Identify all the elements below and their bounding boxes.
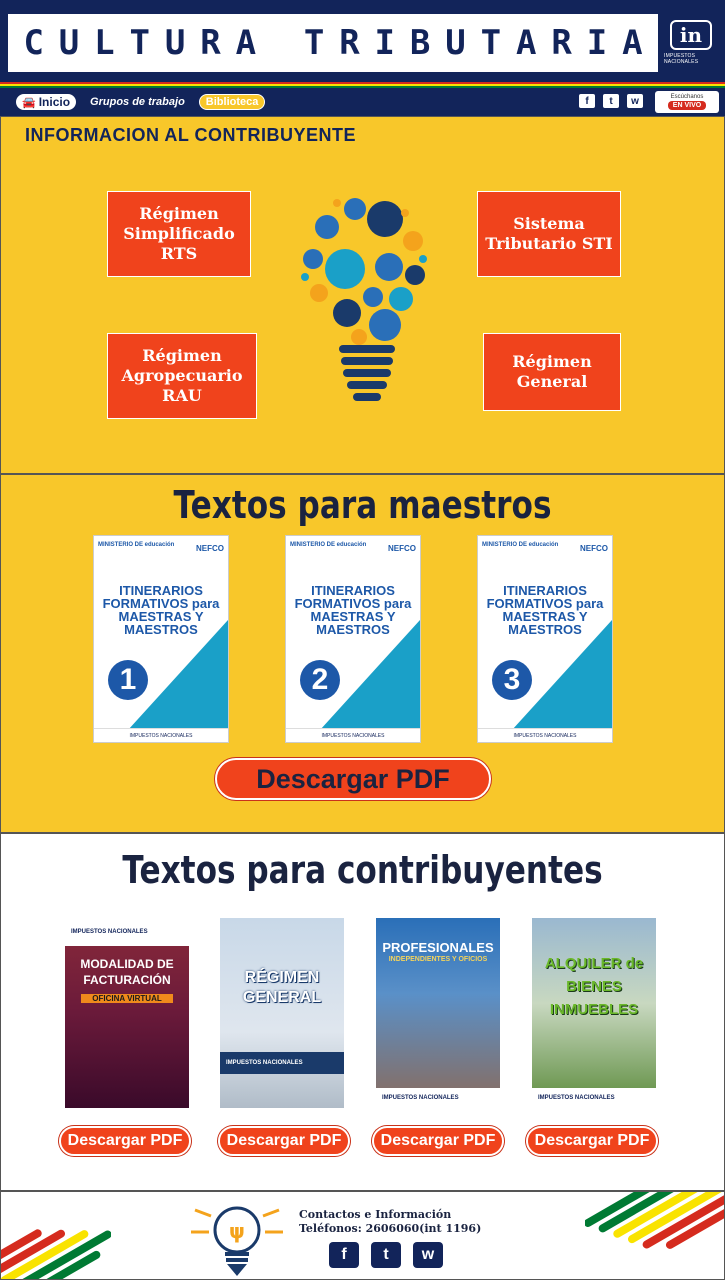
book-number: 1 <box>108 660 148 700</box>
book-brand: NEFCO <box>196 544 224 553</box>
cover-brand: IMPUESTOS NACIONALES <box>220 1052 344 1074</box>
whatsapp-icon[interactable]: w <box>413 1242 443 1268</box>
lightbulb-icon <box>301 198 427 401</box>
download-profesionales-pdf-button[interactable]: Descargar PDF <box>372 1126 504 1156</box>
footer-social-links: f t w <box>329 1242 443 1268</box>
title-letter: R <box>551 23 572 63</box>
info-panel: INFORMACION AL CONTRIBUYENTE Régimen Sim… <box>0 116 725 474</box>
book-brand: NEFCO <box>388 544 416 553</box>
live-badge: EN VIVO <box>667 101 707 110</box>
title-letter: U <box>164 23 186 63</box>
facebook-icon[interactable]: f <box>329 1242 359 1268</box>
teachers-panel: Textos para maestros MINISTERIO DE educa… <box>0 474 725 833</box>
site-header: CULTURATRIBUTARIA in IMPUESTOS NACIONALE… <box>0 0 725 82</box>
nav-home-label: Inicio <box>38 95 71 109</box>
twitter-icon[interactable]: t <box>371 1242 401 1268</box>
download-alquiler-pdf-button[interactable]: Descargar PDF <box>526 1126 658 1156</box>
car-icon: 🚘 <box>22 96 36 109</box>
teacher-book-1[interactable]: MINISTERIO DE educación NEFCO ITINERARIO… <box>93 535 229 743</box>
title-letter: U <box>58 23 80 63</box>
twitter-icon[interactable]: t <box>603 94 619 108</box>
whatsapp-icon[interactable]: w <box>627 94 643 108</box>
svg-text:ψ: ψ <box>229 1219 245 1243</box>
flag-stripes-decoration <box>585 1192 724 1249</box>
regime-sti-button[interactable]: Sistema Tributario STI <box>477 191 621 277</box>
logo-caption: IMPUESTOS NACIONALES <box>664 53 699 65</box>
live-caption: Escúchanos <box>670 94 704 100</box>
live-radio-button[interactable]: Escúchanos EN VIVO <box>655 91 719 113</box>
title-letter: A <box>235 23 257 63</box>
title-letter: B <box>409 23 431 63</box>
teachers-title: Textos para maestros <box>173 483 552 527</box>
cover-brand: IMPUESTOS NACIONALES <box>532 1088 656 1108</box>
book-number: 3 <box>492 660 532 700</box>
cover-title: RÉGIMEN GENERAL <box>242 969 322 1006</box>
taxpayers-title: Textos para contribuyentes <box>122 848 603 892</box>
main-nav: 🚘 Inicio Grupos de trabajo Biblioteca f … <box>0 88 725 116</box>
cover-brand: IMPUESTOS NACIONALES <box>376 1088 500 1108</box>
title-letter: T <box>129 23 150 63</box>
download-teachers-pdf-button[interactable]: Descargar PDF <box>215 758 491 800</box>
logo-mark: in <box>670 20 712 50</box>
impuestos-logo[interactable]: in IMPUESTOS NACIONALES <box>664 20 718 66</box>
taxpayers-panel: Textos para contribuyentes IMPUESTOS NAC… <box>0 833 725 1191</box>
book-footer: IMPUESTOS NACIONALES <box>286 728 420 742</box>
info-title: INFORMACION AL CONTRIBUYENTE <box>25 125 356 145</box>
regime-rts-button[interactable]: Régimen Simplificado RTS <box>107 191 251 277</box>
regime-general-button[interactable]: Régimen General <box>483 333 621 411</box>
cover-title: MODALIDAD DE FACTURACIÓN <box>80 957 174 987</box>
cover-subtitle: OFICINA VIRTUAL <box>81 994 173 1003</box>
contact-phone: Teléfonos: 2606060(int 1196) <box>299 1222 482 1235</box>
cover-title: ALQUILER de BIENES INMUEBLES <box>544 955 644 1018</box>
title-letter: U <box>445 23 466 63</box>
book-footer: IMPUESTOS NACIONALES <box>94 728 228 742</box>
site-title: CULTURATRIBUTARIA <box>8 14 658 72</box>
title-letter: C <box>23 23 44 63</box>
cover-brand: IMPUESTOS NACIONALES <box>65 918 189 946</box>
title-letter: I <box>586 23 608 63</box>
download-regimen-general-pdf-button[interactable]: Descargar PDF <box>218 1126 350 1156</box>
title-letter: L <box>94 23 115 63</box>
title-letter: R <box>200 23 221 63</box>
title-letter: I <box>374 23 396 63</box>
cover-profesionales[interactable]: PROFESIONALES INDEPENDIENTES Y OFICIOS I… <box>376 918 500 1108</box>
title-letter: T <box>303 23 325 63</box>
site-footer: ψ Contactos e Información Teléfonos: 260… <box>0 1191 725 1280</box>
title-letter: R <box>339 23 360 63</box>
nav-home-button[interactable]: 🚘 Inicio <box>16 94 77 110</box>
book-number: 2 <box>300 660 340 700</box>
nav-library-link[interactable]: Biblioteca <box>198 94 266 110</box>
teacher-book-3[interactable]: MINISTERIO DE educación NEFCO ITINERARIO… <box>477 535 613 743</box>
flag-stripes-decoration <box>1 1229 111 1279</box>
cover-title: PROFESIONALES <box>382 940 494 955</box>
title-letter: T <box>480 23 502 63</box>
cover-facturacion[interactable]: IMPUESTOS NACIONALES MODALIDAD DE FACTUR… <box>65 918 189 1108</box>
contact-title: Contactos e Información <box>299 1208 452 1221</box>
teacher-book-2[interactable]: MINISTERIO DE educación NEFCO ITINERARIO… <box>285 535 421 743</box>
facebook-icon[interactable]: f <box>579 94 595 108</box>
cover-regimen-general[interactable]: RÉGIMEN GENERAL IMPUESTOS NACIONALES <box>220 918 344 1108</box>
nav-groups-link[interactable]: Grupos de trabajo <box>90 96 185 108</box>
title-letter: A <box>622 23 643 63</box>
nav-social-links: f t w <box>579 94 643 108</box>
book-brand: NEFCO <box>580 544 608 553</box>
cover-alquiler[interactable]: ALQUILER de BIENES INMUEBLES IMPUESTOS N… <box>532 918 656 1108</box>
cover-subtitle: INDEPENDIENTES Y OFICIOS <box>388 956 488 963</box>
book-footer: IMPUESTOS NACIONALES <box>478 728 612 742</box>
title-letter: A <box>515 23 537 63</box>
regime-rau-button[interactable]: Régimen Agropecuario RAU <box>107 333 257 419</box>
lightbulb-logo-icon: ψ <box>191 1206 283 1276</box>
download-facturacion-pdf-button[interactable]: Descargar PDF <box>59 1126 191 1156</box>
